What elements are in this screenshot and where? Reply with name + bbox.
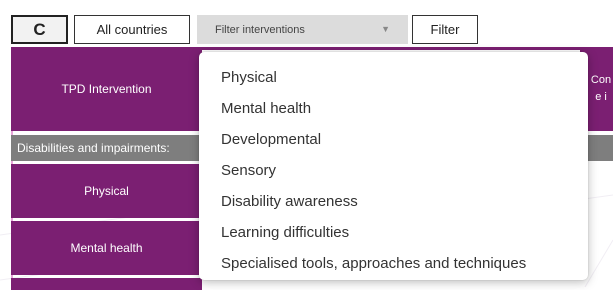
filter-select-value: Filter interventions bbox=[215, 23, 305, 36]
table-header-strip bbox=[202, 47, 613, 50]
refresh-button[interactable]: C bbox=[11, 15, 68, 44]
filter-button[interactable]: Filter bbox=[412, 15, 478, 44]
filter-interventions-select[interactable]: Filter interventions ▼ bbox=[197, 15, 408, 44]
option-sensory[interactable]: Sensory bbox=[199, 155, 588, 186]
filter-dropdown-menu: Physical Mental health Developmental Sen… bbox=[199, 52, 588, 280]
option-physical[interactable]: Physical bbox=[199, 62, 588, 93]
all-countries-label: All countries bbox=[96, 22, 168, 37]
refresh-icon: C bbox=[33, 19, 46, 39]
row-label-mental-health: Mental health bbox=[11, 221, 202, 275]
option-developmental[interactable]: Developmental bbox=[199, 124, 588, 155]
option-specialised-tools[interactable]: Specialised tools, approaches and techni… bbox=[199, 248, 588, 279]
row-label-physical: Physical bbox=[11, 164, 202, 218]
all-countries-button[interactable]: All countries bbox=[74, 15, 190, 44]
column-header-intervention: TPD Intervention bbox=[11, 47, 202, 131]
option-disability-awareness[interactable]: Disability awareness bbox=[199, 186, 588, 217]
option-mental-health[interactable]: Mental health bbox=[199, 93, 588, 124]
option-learning-difficulties[interactable]: Learning difficulties bbox=[199, 217, 588, 248]
row-label-next bbox=[11, 278, 202, 290]
chevron-down-icon: ▼ bbox=[381, 24, 390, 34]
filter-button-label: Filter bbox=[430, 22, 460, 37]
